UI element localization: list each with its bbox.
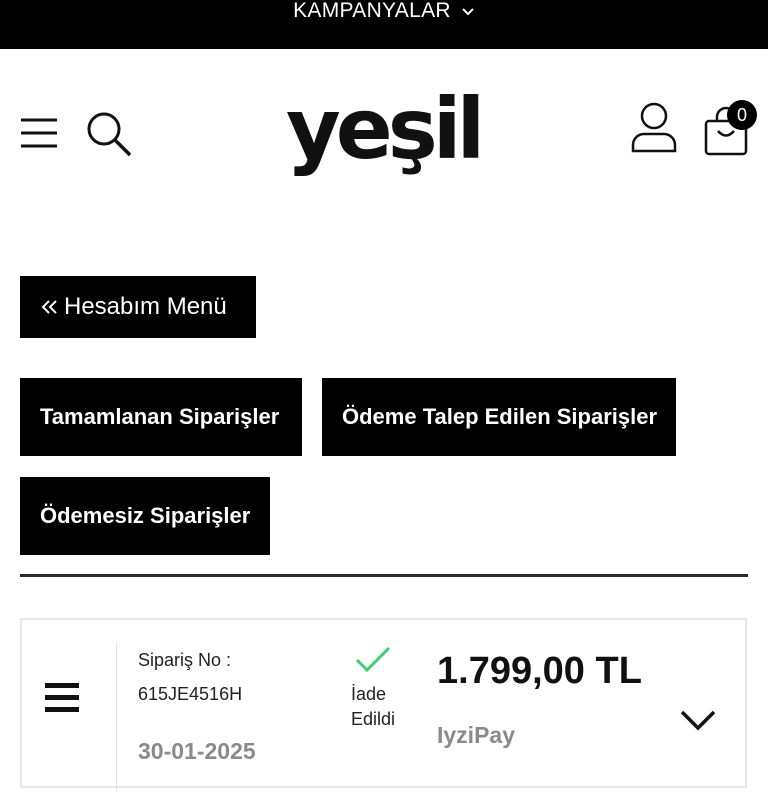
column-separator [116, 642, 117, 792]
chevron-down-icon [680, 710, 716, 731]
account-menu-label: Hesabım Menü [64, 293, 227, 320]
payment-method: IyziPay [437, 722, 515, 748]
order-date: 30-01-2025 [138, 738, 256, 764]
brand-logo[interactable]: yeşil [286, 79, 485, 179]
double-chevron-left-icon [41, 300, 57, 314]
section-divider [20, 574, 748, 577]
order-card: Sipariş No : 615JE4516H 30-01-2025 İade … [20, 618, 747, 792]
campaigns-dropdown[interactable]: KAMPANYALAR [293, 0, 475, 23]
tab-label: Tamamlanan Siparişler [40, 404, 280, 429]
cart-count-badge: 0 [727, 100, 757, 130]
chevron-down-icon [462, 8, 474, 16]
order-status: İade Edildi [351, 684, 396, 729]
campaigns-label: KAMPANYALAR [293, 0, 451, 22]
hamburger-menu-icon [21, 118, 57, 148]
tab-payment-requested-orders[interactable]: Ödeme Talep Edilen Siparişler [322, 378, 676, 456]
hamburger-menu-icon [45, 683, 79, 712]
expand-order-button[interactable] [678, 706, 718, 734]
top-announcement-bar: KAMPANYALAR [0, 0, 768, 49]
order-menu-button[interactable] [44, 682, 84, 716]
order-number: 615JE4516H [138, 684, 243, 704]
account-menu-button[interactable]: Hesabım Menü [20, 276, 256, 338]
search-button[interactable] [84, 109, 134, 159]
tab-label: Ödeme Talep Edilen Siparişler [342, 404, 658, 429]
site-header: yeşil 0 [0, 49, 768, 219]
cart-button[interactable]: 0 [700, 99, 760, 159]
user-icon [631, 102, 677, 153]
checkmark-icon [355, 646, 391, 673]
order-number-label: Sipariş No : [138, 650, 232, 670]
account-button[interactable] [628, 99, 680, 155]
order-amount: 1.799,00 TL [437, 650, 642, 692]
hamburger-menu-button[interactable] [16, 113, 62, 153]
tab-completed-orders[interactable]: Tamamlanan Siparişler [20, 378, 302, 456]
tab-unpaid-orders[interactable]: Ödemesiz Siparişler [20, 477, 270, 555]
tab-label: Ödemesiz Siparişler [40, 503, 251, 528]
search-icon [87, 112, 132, 157]
